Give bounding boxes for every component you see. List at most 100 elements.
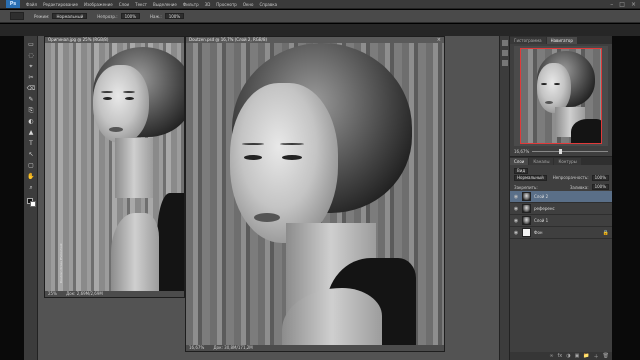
layer-opacity-label: Непрозрачность: <box>552 175 589 180</box>
document-window-reference[interactable]: Оригинал.jpg @ 25% (RGB/8) Doutzen Kroes… <box>44 36 185 298</box>
menu-type[interactable]: Текст <box>135 2 147 7</box>
lock-label: Закрепить: <box>514 184 538 190</box>
menu-layer[interactable]: Слои <box>119 2 129 7</box>
face <box>230 83 338 243</box>
history-icon[interactable] <box>502 40 508 46</box>
layer-opacity-input[interactable]: 100% <box>591 174 609 181</box>
type-tool-icon[interactable]: T <box>26 139 36 148</box>
menu-help[interactable]: Справка <box>259 2 277 7</box>
layer-name: референс <box>534 206 555 211</box>
layer-filter-select[interactable]: Вид <box>514 167 529 174</box>
layer-thumbnail <box>522 204 531 213</box>
tab-navigator[interactable]: Навигатор <box>546 37 577 44</box>
layers-footer: ∞ fx ◑ ▣ 📁 ＋ 🗑 <box>510 352 613 360</box>
layer-row[interactable]: ◉ Слой 1 <box>510 215 613 227</box>
new-group-icon[interactable]: 📁 <box>583 353 589 359</box>
layers-tabs: Слои Каналы Контуры <box>510 157 613 165</box>
menu-select[interactable]: Выделение <box>153 2 177 7</box>
pressure-label: Наж.: <box>150 13 162 19</box>
maximize-icon[interactable]: □ <box>619 1 625 8</box>
reference-photo[interactable]: Doutzen Kroes Photoshoot <box>45 43 184 291</box>
layer-name: Слой 2 <box>534 194 549 199</box>
doc-size: Док: 30,8M/171,2M <box>213 345 253 350</box>
lasso-tool-icon[interactable]: ◌ <box>26 51 36 60</box>
navigator-tabs: Гистограмма Навигатор <box>510 36 612 44</box>
zoom-tool-icon[interactable]: ⌕ <box>26 183 36 192</box>
hand-tool-icon[interactable]: ✋ <box>26 172 36 181</box>
layer-mask-icon[interactable]: ▣ <box>575 353 580 359</box>
menu-view[interactable]: Просмотр <box>216 2 237 7</box>
collapsed-panel-strip <box>499 36 509 360</box>
close-icon[interactable]: × <box>631 1 636 8</box>
painting-canvas[interactable] <box>186 43 444 345</box>
eraser-tool-icon[interactable]: ⌫ <box>26 84 36 93</box>
layer-thumbnail <box>522 216 531 225</box>
clone-source-icon[interactable] <box>502 60 508 66</box>
window-controls: – □ × <box>610 1 636 8</box>
menu-bar: Ps Файл Редактирование Изображение Слои … <box>0 0 640 9</box>
layer-row[interactable]: ◉ Фон 🔒 <box>510 227 613 239</box>
tab-channels[interactable]: Каналы <box>529 158 554 165</box>
layer-name: Фон <box>534 230 543 235</box>
tab-paths[interactable]: Контуры <box>554 158 581 165</box>
black-dress <box>157 193 184 291</box>
crop-tool-icon[interactable]: ⌖ <box>26 62 36 71</box>
tab-layers[interactable]: Слои <box>510 158 529 165</box>
layer-style-icon[interactable]: fx <box>558 353 563 359</box>
options-bar: Режим: Нормальный Непрозр.: 100% Наж.: 1… <box>0 10 640 23</box>
trash-icon[interactable]: 🗑 <box>603 353 609 359</box>
opacity-label: Непрозр.: <box>97 13 118 19</box>
menu-filter[interactable]: Фильтр <box>183 2 199 7</box>
brush-panel-icon[interactable] <box>502 50 508 56</box>
video-letterbox-top <box>0 24 640 36</box>
video-letterbox-right <box>612 36 640 360</box>
layer-row[interactable]: ◉ Слой 2 <box>510 191 613 203</box>
shape-tool-icon[interactable]: ▢ <box>26 161 36 170</box>
mode-select[interactable]: Нормальный <box>52 13 88 19</box>
mode-label: Режим: <box>34 13 50 19</box>
flow-input[interactable]: 100% <box>164 13 185 19</box>
menu-edit[interactable]: Редактирование <box>43 2 78 7</box>
slice-tool-icon[interactable]: ✂ <box>26 73 36 82</box>
tab-histogram[interactable]: Гистограмма <box>510 37 546 44</box>
menu-image[interactable]: Изображение <box>84 2 113 7</box>
menu-window[interactable]: Окно <box>243 2 254 7</box>
photoshop-logo: Ps <box>6 0 20 8</box>
adjustment-layer-icon[interactable]: ◑ <box>566 353 570 359</box>
menu-file[interactable]: Файл <box>26 2 37 7</box>
zoom-slider[interactable] <box>532 148 608 154</box>
pen-tool-icon[interactable]: ▲ <box>26 128 36 137</box>
document-status-bar: 16,67% Док: 30,8M/171,2M <box>186 345 444 351</box>
zoom-slider-knob[interactable] <box>558 148 562 154</box>
blend-mode-select[interactable]: Нормальный <box>514 174 547 181</box>
layer-thumbnail <box>522 228 531 237</box>
marquee-tool-icon[interactable]: ▭ <box>26 40 36 49</box>
zoom-readout[interactable]: 16,67% <box>189 345 204 350</box>
eye-icon[interactable]: ◉ <box>513 206 519 212</box>
video-letterbox-left <box>0 36 24 360</box>
zoom-readout[interactable]: 25% <box>48 291 57 296</box>
eye-icon[interactable]: ◉ <box>513 230 519 236</box>
brush-tool-icon[interactable]: ✎ <box>26 95 36 104</box>
link-layers-icon[interactable]: ∞ <box>549 353 553 359</box>
brush-preset-picker[interactable] <box>10 12 24 20</box>
stamp-tool-icon[interactable]: ⎘ <box>26 106 36 115</box>
new-layer-icon[interactable]: ＋ <box>594 353 599 360</box>
path-select-tool-icon[interactable]: ↖ <box>26 150 36 159</box>
opacity-input[interactable]: 100% <box>120 13 140 19</box>
eye-icon[interactable]: ◉ <box>513 218 519 224</box>
layer-row[interactable]: ◉ референс <box>510 203 613 215</box>
dodge-tool-icon[interactable]: ◐ <box>26 117 36 126</box>
workspace: Оригинал.jpg @ 25% (RGB/8) Doutzen Kroes… <box>38 36 499 360</box>
face <box>93 65 149 143</box>
background-color-swatch[interactable] <box>30 201 36 207</box>
fill-label: Заливка: <box>569 184 589 190</box>
layers-panel: Слои Каналы Контуры Вид Нормальный Непро… <box>510 156 613 360</box>
minimize-icon[interactable]: – <box>610 1 613 8</box>
navigator-view-box[interactable] <box>520 48 602 144</box>
navigator-zoom-value[interactable]: 16,67% <box>514 149 529 154</box>
document-window-painting[interactable]: Doutzen.psd @ 16,7% (Слой 2, RGB/8) × 16… <box>185 36 445 352</box>
fill-input[interactable]: 100% <box>591 184 609 190</box>
eye-icon[interactable]: ◉ <box>513 194 519 200</box>
menu-3d[interactable]: 3D <box>205 2 211 7</box>
